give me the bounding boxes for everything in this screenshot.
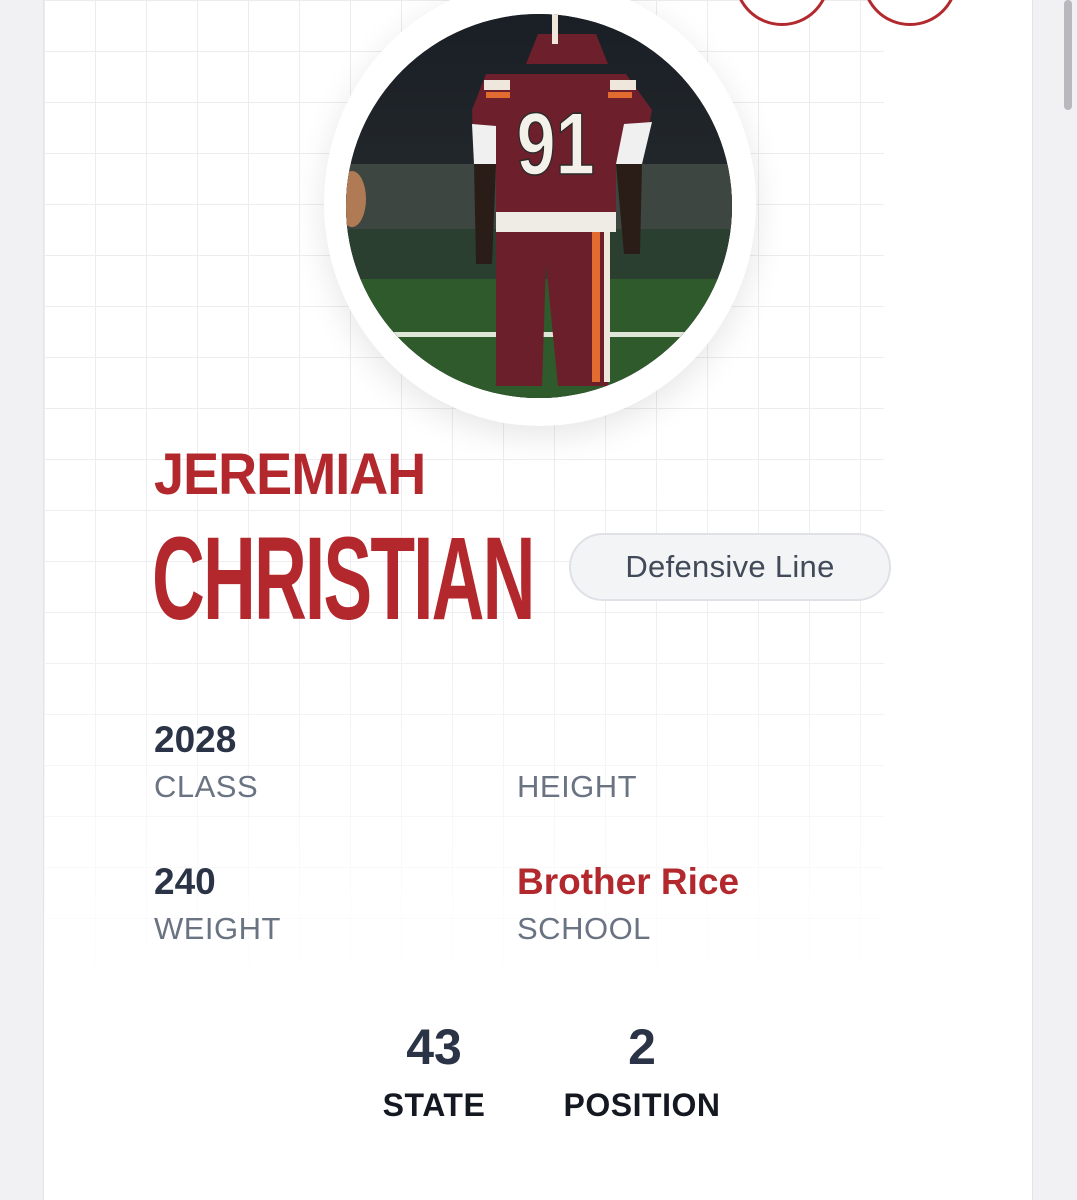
state-rank-label: STATE (382, 1087, 486, 1123)
player-last-name: CHRISTIAN (152, 513, 535, 645)
scrollbar[interactable] (1064, 0, 1072, 110)
player-photo: 91 (346, 14, 732, 398)
weight-label: WEIGHT (154, 911, 281, 946)
player-profile-card: 91 JEREMIAH CHRISTIAN Defensive Line 202… (44, 0, 1032, 1200)
state-rank-value: 43 (406, 1019, 462, 1075)
position-rank-label: POSITION (563, 1087, 721, 1123)
avatar: 91 (346, 14, 732, 398)
class-value: 2028 (154, 719, 237, 760)
position-badge: Defensive Line (569, 533, 891, 601)
player-first-name: JEREMIAH (154, 442, 426, 507)
height-label: HEIGHT (517, 769, 638, 804)
position-rank-value: 2 (628, 1019, 656, 1075)
school-value[interactable]: Brother Rice (517, 863, 739, 900)
jersey-number: 91 (516, 94, 594, 192)
weight-value: 240 (154, 861, 216, 902)
school-label: SCHOOL (517, 911, 651, 946)
class-label: CLASS (154, 769, 259, 804)
